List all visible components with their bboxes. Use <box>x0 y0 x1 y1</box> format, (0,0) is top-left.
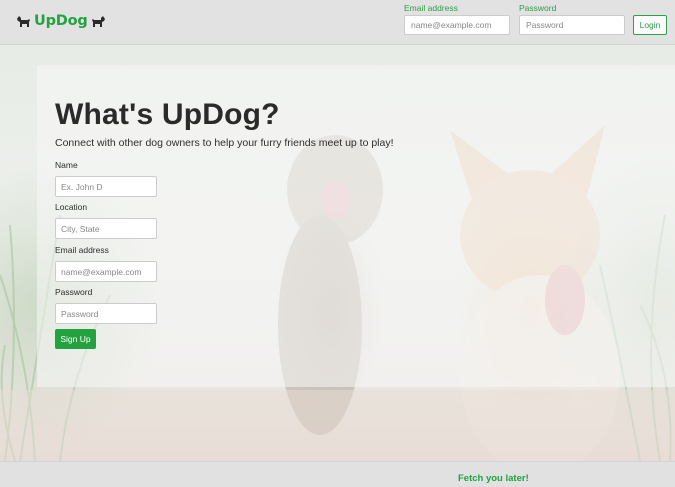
name-input[interactable] <box>55 176 157 197</box>
footer: Fetch you later! <box>0 461 675 487</box>
password-label: Password <box>55 287 93 297</box>
hero-title: What's UpDog? <box>55 98 280 131</box>
nav-email-label: Email address <box>404 3 458 13</box>
footer-text: Fetch you later! <box>458 473 529 484</box>
brand-name: UpDog <box>34 13 88 29</box>
login-button[interactable]: Login <box>633 15 667 35</box>
nav-email-input[interactable] <box>404 15 510 35</box>
location-input[interactable] <box>55 218 157 239</box>
password-input[interactable] <box>55 303 157 324</box>
dog-icon <box>17 16 30 27</box>
location-label: Location <box>55 202 88 212</box>
nav-password-input[interactable] <box>519 15 625 35</box>
navbar: UpDog Email address Password Login <box>0 0 675 45</box>
email-input[interactable] <box>55 261 157 282</box>
nav-password-label: Password <box>519 3 557 13</box>
name-label: Name <box>55 160 78 170</box>
dog-icon <box>91 16 105 27</box>
hero-lead: Connect with other dog owners to help yo… <box>55 137 394 149</box>
email-label: Email address <box>55 245 109 255</box>
signup-button[interactable]: Sign Up <box>55 329 96 349</box>
brand[interactable]: UpDog <box>15 13 107 29</box>
